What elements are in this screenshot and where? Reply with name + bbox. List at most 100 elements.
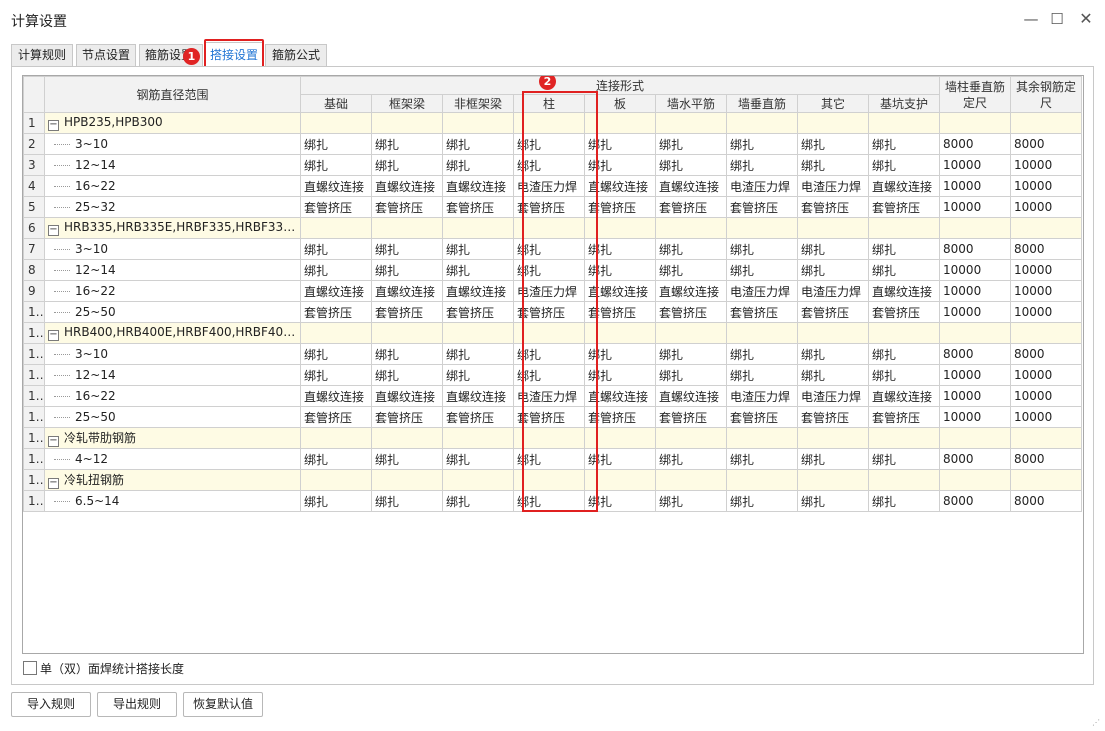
- setting-cell[interactable]: 绑扎: [442, 259, 514, 281]
- setting-cell[interactable]: 8000: [939, 343, 1012, 365]
- table-row[interactable]: 5 25~32 套管挤压 套管挤压 套管挤压 套管挤压 套管挤压 套管挤压 套管挤压 套管挤压 套管…: [23, 196, 1083, 218]
- setting-cell[interactable]: 套管挤压: [442, 301, 514, 323]
- setting-cell[interactable]: 直螺纹连接: [584, 280, 656, 302]
- setting-cell[interactable]: 套管挤压: [442, 196, 514, 218]
- setting-cell[interactable]: 绑扎: [867, 343, 941, 365]
- collapse-icon[interactable]: −: [48, 225, 59, 236]
- setting-cell[interactable]: 套管挤压: [726, 196, 798, 218]
- resize-grip-icon[interactable]: ⋰: [1092, 718, 1102, 728]
- setting-cell[interactable]: 套管挤压: [655, 301, 727, 323]
- setting-cell[interactable]: 直螺纹连接: [867, 280, 941, 302]
- setting-cell[interactable]: 电渣压力焊: [513, 280, 585, 302]
- setting-cell[interactable]: 绑扎: [442, 154, 514, 176]
- setting-cell[interactable]: 8000: [939, 490, 1012, 512]
- setting-cell[interactable]: 直螺纹连接: [584, 175, 656, 197]
- setting-cell[interactable]: 10000: [1010, 259, 1083, 281]
- setting-cell[interactable]: 套管挤压: [867, 301, 941, 323]
- table-row[interactable]: 15 25~50 套管挤压 套管挤压 套管挤压 套管挤压 套管挤压 套管挤压 套管挤压 套管挤压套…: [23, 406, 1083, 428]
- tab-lap-settings[interactable]: 搭接设置: [205, 42, 263, 68]
- minimize-icon[interactable]: —: [1022, 10, 1040, 28]
- setting-cell[interactable]: 绑扎: [797, 343, 869, 365]
- setting-cell[interactable]: 套管挤压: [371, 196, 443, 218]
- setting-cell[interactable]: 绑扎: [584, 154, 656, 176]
- setting-cell[interactable]: 电渣压力焊: [726, 175, 798, 197]
- setting-cell[interactable]: 直螺纹连接: [655, 280, 727, 302]
- table-row[interactable]: 19 6.5~14 绑扎 绑扎 绑扎 绑扎 绑扎 绑扎 绑扎 绑扎 绑扎 8000 8000: [23, 490, 1083, 512]
- setting-cell[interactable]: 绑扎: [867, 133, 941, 155]
- setting-cell[interactable]: 套管挤压: [371, 406, 443, 428]
- setting-cell[interactable]: 直螺纹连接: [655, 175, 727, 197]
- setting-cell[interactable]: 10000: [1010, 175, 1083, 197]
- export-rules-button[interactable]: 导出规则: [97, 692, 177, 717]
- setting-cell[interactable]: 绑扎: [300, 154, 372, 176]
- setting-cell[interactable]: 10000: [1010, 154, 1083, 176]
- setting-cell[interactable]: 绑扎: [300, 490, 372, 512]
- setting-cell[interactable]: 10000: [1010, 406, 1083, 428]
- setting-cell[interactable]: 10000: [939, 154, 1012, 176]
- setting-cell[interactable]: 套管挤压: [584, 196, 656, 218]
- setting-cell[interactable]: 10000: [1010, 385, 1083, 407]
- setting-cell[interactable]: 绑扎: [726, 259, 798, 281]
- setting-cell[interactable]: 绑扎: [513, 448, 585, 470]
- setting-cell[interactable]: 绑扎: [300, 238, 372, 260]
- setting-cell[interactable]: 绑扎: [513, 238, 585, 260]
- setting-cell[interactable]: 10000: [939, 301, 1012, 323]
- setting-cell[interactable]: 绑扎: [513, 133, 585, 155]
- setting-cell[interactable]: 套管挤压: [300, 406, 372, 428]
- setting-cell[interactable]: 10000: [1010, 301, 1083, 323]
- setting-cell[interactable]: 绑扎: [300, 364, 372, 386]
- setting-cell[interactable]: 10000: [939, 280, 1012, 302]
- setting-cell[interactable]: 绑扎: [513, 490, 585, 512]
- setting-cell[interactable]: 套管挤压: [867, 196, 941, 218]
- setting-cell[interactable]: 绑扎: [584, 133, 656, 155]
- setting-cell[interactable]: 套管挤压: [300, 301, 372, 323]
- setting-cell[interactable]: 绑扎: [867, 238, 941, 260]
- collapse-icon[interactable]: −: [48, 330, 59, 341]
- table-row[interactable]: 3 12~14 绑扎 绑扎 绑扎 绑扎 绑扎 绑扎 绑扎 绑扎 绑扎 10000 10000: [23, 154, 1083, 176]
- group-row[interactable]: 16− 冷轧带肋钢筋: [23, 427, 1083, 449]
- setting-cell[interactable]: 绑扎: [442, 238, 514, 260]
- setting-cell[interactable]: 绑扎: [655, 364, 727, 386]
- setting-cell[interactable]: 绑扎: [584, 364, 656, 386]
- setting-cell[interactable]: 直螺纹连接: [442, 280, 514, 302]
- setting-cell[interactable]: 直螺纹连接: [371, 385, 443, 407]
- setting-cell[interactable]: 套管挤压: [867, 406, 941, 428]
- setting-cell[interactable]: 10000: [939, 175, 1012, 197]
- setting-cell[interactable]: 绑扎: [371, 259, 443, 281]
- setting-cell[interactable]: 10000: [939, 406, 1012, 428]
- setting-cell[interactable]: 绑扎: [797, 364, 869, 386]
- weld-stat-checkbox[interactable]: [23, 661, 37, 675]
- setting-cell[interactable]: 绑扎: [371, 133, 443, 155]
- setting-cell[interactable]: 套管挤压: [371, 301, 443, 323]
- restore-defaults-button[interactable]: 恢复默认值: [183, 692, 263, 717]
- setting-cell[interactable]: 绑扎: [442, 490, 514, 512]
- setting-cell[interactable]: 10000: [939, 385, 1012, 407]
- table-row[interactable]: 4 16~22 直螺纹连接 直螺纹连接 直螺纹连接 电渣压力焊 直螺纹连接 直螺纹连接 电渣压力…: [23, 175, 1083, 197]
- setting-cell[interactable]: 绑扎: [867, 154, 941, 176]
- table-row[interactable]: 9 16~22 直螺纹连接 直螺纹连接 直螺纹连接 电渣压力焊 直螺纹连接 直螺纹连接 电渣压力…: [23, 280, 1083, 302]
- setting-cell[interactable]: 绑扎: [584, 448, 656, 470]
- setting-cell[interactable]: 绑扎: [300, 448, 372, 470]
- setting-cell[interactable]: 绑扎: [655, 154, 727, 176]
- setting-cell[interactable]: 直螺纹连接: [371, 280, 443, 302]
- setting-cell[interactable]: 电渣压力焊: [797, 385, 869, 407]
- setting-cell[interactable]: 直螺纹连接: [867, 385, 941, 407]
- setting-cell[interactable]: 绑扎: [655, 448, 727, 470]
- setting-cell[interactable]: 绑扎: [442, 364, 514, 386]
- setting-cell[interactable]: 绑扎: [655, 490, 727, 512]
- table-row[interactable]: 14 16~22 直螺纹连接 直螺纹连接 直螺纹连接 电渣压力焊 直螺纹连接 直螺纹连接 电渣压…: [23, 385, 1083, 407]
- tab-node-settings[interactable]: 节点设置: [76, 44, 136, 66]
- setting-cell[interactable]: 绑扎: [797, 448, 869, 470]
- setting-cell[interactable]: 套管挤压: [513, 406, 585, 428]
- setting-cell[interactable]: 10000: [1010, 364, 1083, 386]
- setting-cell[interactable]: 绑扎: [867, 490, 941, 512]
- setting-cell[interactable]: 绑扎: [371, 343, 443, 365]
- setting-cell[interactable]: 套管挤压: [584, 301, 656, 323]
- setting-cell[interactable]: 绑扎: [867, 364, 941, 386]
- group-row[interactable]: 6− HRB335,HRB335E,HRBF335,HRBF335E: [23, 217, 1083, 239]
- setting-cell[interactable]: 绑扎: [584, 238, 656, 260]
- setting-cell[interactable]: 套管挤压: [513, 301, 585, 323]
- close-icon[interactable]: ✕: [1077, 10, 1095, 28]
- setting-cell[interactable]: 绑扎: [584, 490, 656, 512]
- setting-cell[interactable]: 绑扎: [726, 364, 798, 386]
